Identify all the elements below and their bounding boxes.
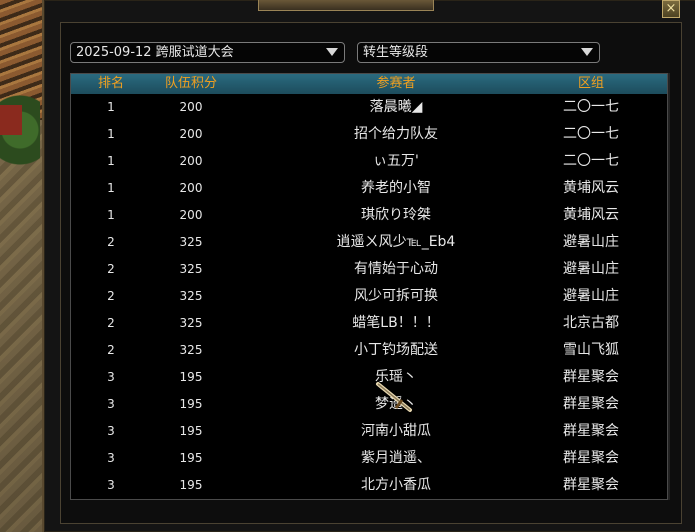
chevron-down-icon	[581, 48, 593, 56]
score-cell: 195	[179, 478, 203, 492]
score-cell: 200	[179, 208, 203, 222]
event-select[interactable]: 2025-09-12 跨服试道大会	[70, 42, 345, 63]
rank-cell: 3	[107, 451, 115, 465]
score-cell: 325	[179, 262, 203, 276]
header-player[interactable]: 参赛者	[251, 74, 541, 94]
close-button[interactable]: ×	[662, 0, 680, 18]
player-name-cell: 招个给力队友	[354, 126, 438, 142]
player-name-cell: 有情始于心动	[354, 261, 438, 277]
score-cell: 200	[179, 154, 203, 168]
zone-cell: 群星聚会	[563, 396, 619, 412]
score-cell: 195	[179, 397, 203, 411]
player-name-cell: 梦遥丶	[375, 396, 417, 412]
player-name-cell: 小丁钓场配送	[354, 342, 438, 358]
player-name-cell: 风少可拆可换	[354, 288, 438, 304]
table-row[interactable]: 2 325 逍遥ㄨ风少℡_Eb4 避暑山庄	[71, 229, 667, 256]
rank-cell: 2	[107, 316, 115, 330]
zone-cell: 黄埔风云	[563, 180, 619, 196]
rank-cell: 2	[107, 235, 115, 249]
background-roof	[0, 105, 22, 135]
rank-cell: 1	[107, 154, 115, 168]
rank-cell: 1	[107, 100, 115, 114]
window-title-tab	[258, 0, 434, 11]
zone-cell: 二〇一七	[563, 126, 619, 142]
zone-cell: 北京古都	[563, 315, 619, 331]
zone-cell: 群星聚会	[563, 423, 619, 439]
rank-cell: 1	[107, 127, 115, 141]
player-name-cell: 紫月逍遥、	[361, 450, 431, 466]
score-cell: 325	[179, 316, 203, 330]
score-cell: 325	[179, 235, 203, 249]
rank-cell: 1	[107, 181, 115, 195]
player-name-cell: 养老的小智	[361, 180, 431, 196]
rank-cell: 3	[107, 424, 115, 438]
table-row[interactable]: 1 200 落晨曦◢ 二〇一七	[71, 94, 667, 121]
group-select[interactable]: 转生等级段	[357, 42, 600, 63]
zone-cell: 避暑山庄	[563, 261, 619, 277]
player-name-cell: 琪欣り玲桀	[361, 207, 431, 223]
table-row[interactable]: 1 200 招个给力队友 二〇一七	[71, 121, 667, 148]
score-cell: 200	[179, 127, 203, 141]
player-name-cell: 河南小甜瓜	[361, 423, 431, 439]
zone-cell: 群星聚会	[563, 477, 619, 493]
group-select-value: 转生等级段	[363, 45, 429, 60]
score-cell: 325	[179, 289, 203, 303]
zone-cell: 二〇一七	[563, 99, 619, 115]
player-name-cell: 北方小香瓜	[361, 477, 431, 493]
table-row[interactable]: 1 200 琪欣り玲桀 黄埔风云	[71, 202, 667, 229]
zone-cell: 二〇一七	[563, 153, 619, 169]
rank-cell: 2	[107, 343, 115, 357]
table-row[interactable]: 3 195 北方小香瓜 群星聚会	[71, 472, 667, 499]
score-cell: 200	[179, 181, 203, 195]
table-row[interactable]: 3 195 紫月逍遥、 群星聚会	[71, 445, 667, 472]
player-name-cell: 落晨曦◢	[369, 99, 423, 115]
header-score[interactable]: 队伍积分	[151, 74, 231, 94]
table-row[interactable]: 3 195 河南小甜瓜 群星聚会	[71, 418, 667, 445]
player-name-cell: 乐瑶丶	[375, 369, 417, 385]
player-name-cell: ぃ五万'	[373, 153, 419, 169]
table-row[interactable]: 3 195 梦遥丶 群星聚会	[71, 391, 667, 418]
zone-cell: 群星聚会	[563, 450, 619, 466]
table-row[interactable]: 2 325 小丁钓场配送 雪山飞狐	[71, 337, 667, 364]
scrollbar[interactable]	[668, 73, 670, 500]
rank-cell: 2	[107, 289, 115, 303]
score-cell: 195	[179, 424, 203, 438]
rank-cell: 3	[107, 397, 115, 411]
event-select-value: 2025-09-12 跨服试道大会	[76, 45, 234, 60]
player-name-cell: 逍遥ㄨ风少℡_Eb4	[336, 234, 456, 250]
score-cell: 325	[179, 343, 203, 357]
score-cell: 195	[179, 451, 203, 465]
rank-cell: 2	[107, 262, 115, 276]
zone-cell: 避暑山庄	[563, 234, 619, 250]
zone-cell: 雪山飞狐	[563, 342, 619, 358]
table-row[interactable]: 3 195 乐瑶丶 群星聚会	[71, 364, 667, 391]
zone-cell: 避暑山庄	[563, 288, 619, 304]
header-zone[interactable]: 区组	[541, 74, 641, 94]
header-rank[interactable]: 排名	[71, 74, 151, 94]
table-row[interactable]: 2 325 蜡笔LB！！！ 北京古都	[71, 310, 667, 337]
rank-cell: 1	[107, 208, 115, 222]
table-row[interactable]: 1 200 ぃ五万' 二〇一七	[71, 148, 667, 175]
score-cell: 200	[179, 100, 203, 114]
table-header: 排名 队伍积分 参赛者 区组	[71, 74, 667, 94]
rank-cell: 3	[107, 478, 115, 492]
table-row[interactable]: 1 200 养老的小智 黄埔风云	[71, 175, 667, 202]
ranking-table: 排名 队伍积分 参赛者 区组 1 200 落晨曦◢ 二〇一七 1 200 招个给力队友 二〇一…	[70, 73, 668, 500]
rank-cell: 3	[107, 370, 115, 384]
zone-cell: 群星聚会	[563, 369, 619, 385]
score-cell: 195	[179, 370, 203, 384]
zone-cell: 黄埔风云	[563, 207, 619, 223]
chevron-down-icon	[326, 48, 338, 56]
table-row[interactable]: 2 325 有情始于心动 避暑山庄	[71, 256, 667, 283]
table-row[interactable]: 2 325 风少可拆可换 避暑山庄	[71, 283, 667, 310]
player-name-cell: 蜡笔LB！！！	[352, 315, 440, 331]
